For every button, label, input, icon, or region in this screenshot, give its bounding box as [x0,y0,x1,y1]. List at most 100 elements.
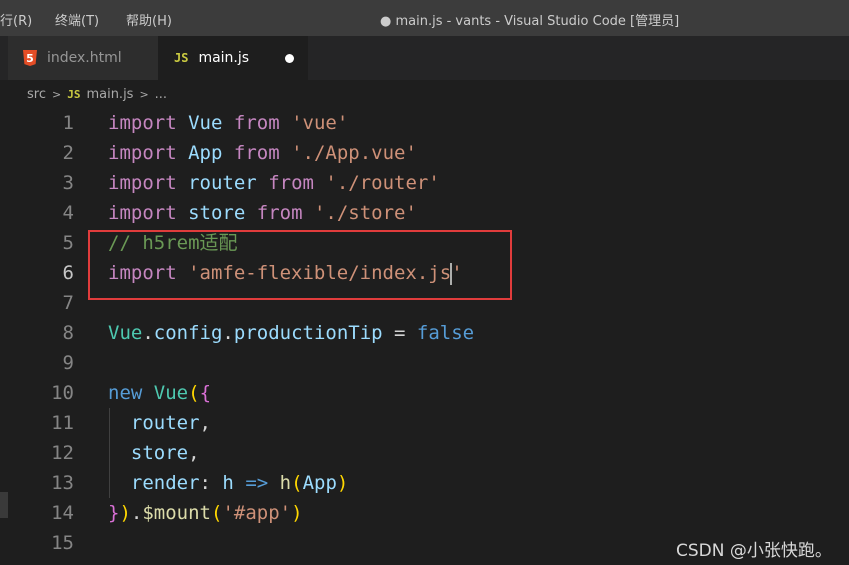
code-token: import [108,202,177,224]
line-number: 14 [51,502,74,524]
line-code: import Vue from 'vue' [108,108,348,138]
code-token: Vue [108,322,143,344]
code-token: config [153,322,223,344]
line-code: store, [108,438,200,468]
line-number: 13 [51,472,74,494]
code-token: './App.vue' [291,142,417,164]
code-token: Vue [153,382,189,404]
code-line[interactable]: 8 Vue.config.productionTip = false [0,318,849,348]
menu-terminal[interactable]: 终端(T) [55,10,99,29]
code-line[interactable]: 3 import router from './router' [0,168,849,198]
line-number: 8 [62,322,74,344]
line-number: 7 [62,292,74,314]
code-line[interactable]: 13 render: h => h(App) [0,468,849,498]
code-token: // h5rem适配 [108,232,238,254]
code-token: import [108,172,177,194]
code-token: . [222,322,234,344]
code-token: from [268,172,314,194]
code-token: h [279,472,292,494]
code-token: ) [119,502,131,524]
breadcrumb-symbol[interactable]: ... [155,87,167,102]
line-number: 2 [62,142,74,164]
code-token: } [108,502,120,524]
tab-label: main.js [198,50,250,66]
code-token: from [233,142,280,164]
tab-index-html[interactable]: 5 index.html [8,36,158,80]
menu-run[interactable]: 行(R) [0,10,32,29]
code-line[interactable]: 12 store, [0,438,849,468]
code-line[interactable]: 7 [0,288,849,318]
code-token: ) [336,472,349,494]
breadcrumb-folder[interactable]: src [27,87,46,102]
code-token: './router' [325,172,440,194]
code-token: router [130,412,200,434]
code-token: productionTip [233,322,383,344]
code-line[interactable]: 14}).$mount('#app') [0,498,849,528]
chevron-right-icon: > [139,87,149,101]
code-token: router [188,172,257,194]
line-code: // h5rem适配 [108,228,238,258]
code-token: , [188,442,200,464]
code-line[interactable]: 2 import App from './App.vue' [0,138,849,168]
chevron-right-icon: > [51,87,62,101]
code-token: ( [291,472,303,494]
code-token: 'amfe-flexible/index.js [188,262,452,284]
code-token: . [130,502,143,524]
code-token: { [199,382,212,404]
line-number: 1 [62,112,74,134]
code-line[interactable]: 5 // h5rem适配 [0,228,849,258]
code-token: ( [188,382,200,404]
line-number: 10 [51,382,74,404]
code-token: : [199,472,223,494]
line-code: import store from './store' [108,198,417,228]
code-editor[interactable]: 1 import Vue from 'vue' 2 import App from '… [0,108,849,565]
menu-help[interactable]: 帮助(H) [126,10,172,29]
html5-icon: 5 [23,50,37,66]
breadcrumb-file[interactable]: main.js [86,87,133,102]
code-token: h [222,472,234,494]
line-number: 11 [51,412,74,434]
code-token: $mount [142,502,211,524]
code-line[interactable]: 11 router, [0,408,849,438]
line-number: 3 [62,172,74,194]
unsaved-dot-icon[interactable] [285,54,294,63]
code-line[interactable]: 9 [0,348,849,378]
code-line[interactable]: 6 import 'amfe-flexible/index.js' [0,258,849,288]
tab-main-js[interactable]: JS main.js [158,36,308,80]
code-line[interactable]: 1 import Vue from 'vue' [0,108,849,138]
js-icon: JS [67,87,81,101]
line-code: render: h => h(App) [108,468,348,498]
line-number: 4 [62,202,74,224]
tab-label: index.html [47,50,122,66]
code-token: => [245,472,269,494]
code-token: import [108,112,177,134]
code-token: from [233,112,280,134]
line-code: router, [108,408,211,438]
code-token: Vue [188,112,223,134]
code-token: import [108,262,177,284]
code-line[interactable]: 4 import store from './store' [0,198,849,228]
code-line[interactable]: 10 new Vue({ [0,378,849,408]
line-code: Vue.config.productionTip = false [108,318,474,348]
code-token: new [108,382,143,404]
code-token: false [416,322,475,344]
line-code: import router from './router' [108,168,440,198]
code-token: store [188,202,246,224]
code-token: , [199,412,211,434]
code-token: ( [211,502,223,524]
